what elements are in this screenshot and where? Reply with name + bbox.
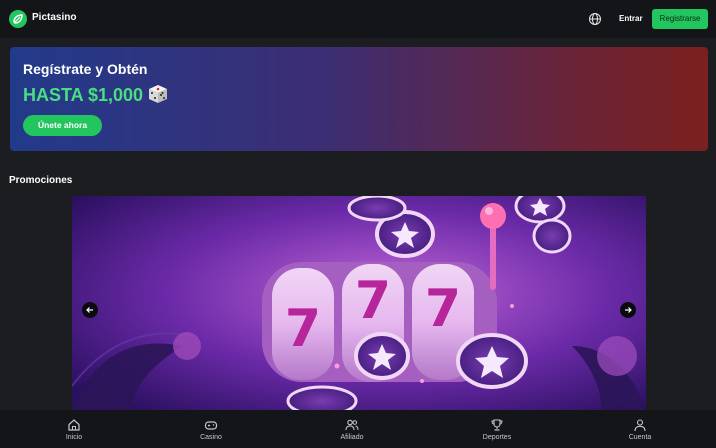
dice-icon	[147, 83, 169, 105]
users-icon	[345, 419, 359, 431]
trophy-icon	[491, 419, 503, 431]
reel-digit-3: 7	[425, 279, 461, 339]
promotions-title: Promociones	[9, 175, 73, 186]
nav-item-cuenta[interactable]: Cuenta	[605, 410, 675, 448]
logo-icon[interactable]	[9, 10, 27, 28]
login-button[interactable]: Entrar	[613, 10, 649, 28]
nav-label: Afiliado	[340, 434, 364, 441]
bottom-nav: Inicio Casino Afiliado Deportes Cuenta	[0, 410, 716, 448]
carousel-next-button[interactable]	[620, 302, 636, 318]
nav-label: Cuenta	[628, 434, 652, 441]
register-button[interactable]: Registrarse	[652, 9, 708, 29]
user-icon	[634, 419, 646, 432]
banner-title: Regístrate y Obtén	[23, 61, 148, 77]
reel-digit-1: 7	[285, 299, 321, 359]
nav-item-afiliado[interactable]: Afiliado	[317, 410, 387, 448]
nav-item-deportes[interactable]: Deportes	[462, 410, 532, 448]
join-now-button[interactable]: Únete ahora	[23, 115, 102, 136]
carousel-prev-button[interactable]	[82, 302, 98, 318]
gamepad-icon	[204, 421, 218, 430]
welcome-banner: Regístrate y Obtén HASTA $1,000 Únete ah…	[10, 47, 708, 151]
globe-icon[interactable]	[588, 12, 602, 26]
promo-banner[interactable]: 7 7 7	[72, 196, 646, 412]
reel-digit-2: 7	[355, 271, 391, 331]
arrow-right-icon	[625, 307, 632, 313]
top-bar: Pictasino Entrar Registrarse	[0, 0, 716, 38]
arrow-left-icon	[86, 307, 93, 313]
nav-item-inicio[interactable]: Inicio	[39, 410, 109, 448]
home-icon	[68, 419, 80, 431]
banner-amount: HASTA $1,000	[23, 85, 144, 105]
nav-label: Deportes	[482, 434, 512, 441]
nav-label: Casino	[200, 434, 222, 441]
brand-name[interactable]: Pictasino	[32, 12, 76, 23]
nav-item-casino[interactable]: Casino	[176, 410, 246, 448]
nav-label: Inicio	[65, 434, 83, 441]
